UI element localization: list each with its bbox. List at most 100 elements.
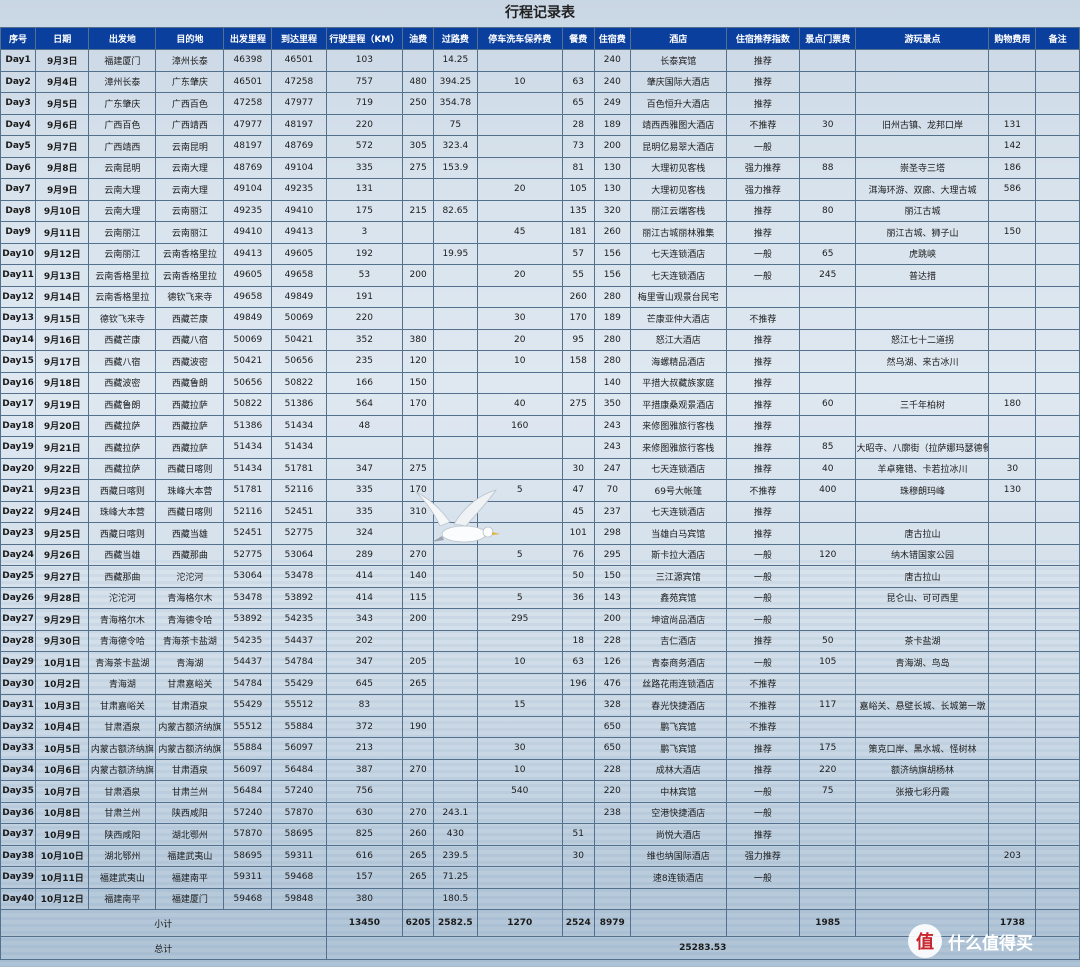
cell-destination: 甘肃酒泉 (155, 758, 225, 781)
cell-destination: 甘肃酒泉 (155, 694, 225, 717)
cell-date: 9月22日 (35, 457, 90, 480)
cell-meals: 55 (561, 264, 595, 287)
cell-date: 10月4日 (35, 715, 90, 738)
cell-toll (433, 393, 478, 416)
cell-parking (476, 49, 563, 72)
cell-fuel (402, 694, 435, 717)
cell-distance: 213 (325, 737, 404, 760)
cell-meals: 50 (561, 565, 595, 588)
cell-origin: 福建武夷山 (88, 866, 157, 889)
cell-toll: 71.25 (433, 866, 478, 889)
cell-destination: 甘肃嘉峪关 (155, 672, 225, 695)
cell-end-mileage: 52116 (271, 479, 327, 502)
cell-lodging: 156 (593, 264, 631, 287)
cell-hotel: 平措康桑观景酒店 (629, 393, 727, 416)
cell-toll (433, 221, 478, 244)
cell-notes (1035, 414, 1080, 437)
cell-lodging: 130 (593, 178, 631, 201)
cell-fuel: 215 (402, 199, 435, 222)
cell-fuel: 140 (402, 565, 435, 588)
cell-origin: 青海湖 (88, 672, 157, 695)
cell-fuel (402, 221, 435, 244)
cell-end-mileage: 51434 (271, 414, 327, 437)
cell-toll (433, 651, 478, 674)
cell-fuel (402, 178, 435, 201)
cell-attractions: 策克口岸、黑水城、怪树林 (855, 737, 990, 760)
cell-destination: 云南香格里拉 (155, 264, 225, 287)
cell-hotel: 肇庆国际大酒店 (629, 70, 727, 93)
table-row: Day27 9月29日 青海格尔木 青海德令哈 53892 54235 343 200 295 2… (0, 608, 1080, 631)
cell-attractions: 唐古拉山 (855, 565, 990, 588)
cell-tickets (799, 221, 857, 244)
cell-rating: 推荐 (725, 371, 801, 394)
cell-lodging: 350 (593, 393, 631, 416)
cell-end-mileage: 53064 (271, 543, 327, 566)
cell-destination: 西藏拉萨 (155, 436, 225, 459)
cell-end-mileage: 48769 (271, 135, 327, 158)
cell-shopping (988, 866, 1037, 889)
cell-start-mileage: 59468 (223, 887, 273, 910)
subtotal-empty (629, 909, 727, 937)
cell-fuel: 265 (402, 866, 435, 889)
cell-start-mileage: 49413 (223, 242, 273, 265)
cell-end-mileage: 48197 (271, 113, 327, 136)
cell-hotel: 靖西西雅图大酒店 (629, 113, 727, 136)
cell-end-mileage: 47258 (271, 70, 327, 93)
cell-destination: 内蒙古额济纳旗 (155, 715, 225, 738)
column-header: 酒店 (629, 27, 727, 50)
cell-tickets (799, 608, 857, 631)
cell-end-mileage: 59848 (271, 887, 327, 910)
cell-notes (1035, 780, 1080, 803)
cell-rating: 一般 (725, 780, 801, 803)
cell-destination: 广东肇庆 (155, 70, 225, 93)
cell-destination: 漳州长泰 (155, 49, 225, 72)
cell-notes (1035, 178, 1080, 201)
watermark-badge: 值 (908, 924, 942, 958)
cell-lodging: 247 (593, 457, 631, 480)
cell-notes (1035, 479, 1080, 502)
cell-fuel: 305 (402, 135, 435, 158)
cell-date: 10月1日 (35, 651, 90, 674)
cell-shopping (988, 715, 1037, 738)
cell-shopping: 30 (988, 457, 1037, 480)
cell-rating: 推荐 (725, 350, 801, 373)
table-row: Day33 10月5日 内蒙古额济纳旗 内蒙古额济纳旗 55884 56097 213 30 6… (0, 737, 1080, 760)
table-row: Day3 9月5日 广东肇庆 广西百色 47258 47977 719 250 354.78 65… (0, 92, 1080, 115)
cell-parking (476, 199, 563, 222)
cell-lodging (593, 844, 631, 867)
cell-date: 9月30日 (35, 629, 90, 652)
cell-start-mileage: 46501 (223, 70, 273, 93)
cell-attractions (855, 135, 990, 158)
column-header: 过路费 (433, 27, 478, 50)
cell-start-mileage: 51434 (223, 457, 273, 480)
cell-tickets (799, 49, 857, 72)
cell-start-mileage: 50656 (223, 371, 273, 394)
table-row: Day28 9月30日 青海德令哈 青海茶卡盐湖 54235 54437 202 18 228 吉… (0, 629, 1080, 652)
cell-hotel: 斯卡拉大酒店 (629, 543, 727, 566)
cell-hotel: 中林宾馆 (629, 780, 727, 803)
cell-fuel (402, 737, 435, 760)
cell-lodging: 280 (593, 350, 631, 373)
cell-end-mileage: 49104 (271, 156, 327, 179)
cell-destination: 内蒙古额济纳旗 (155, 737, 225, 760)
cell-day: Day14 (0, 328, 37, 351)
cell-day: Day27 (0, 608, 37, 631)
cell-tickets: 117 (799, 694, 857, 717)
cell-date: 9月26日 (35, 543, 90, 566)
cell-date: 10月9日 (35, 823, 90, 846)
cell-end-mileage: 50421 (271, 328, 327, 351)
cell-origin: 湖北鄂州 (88, 844, 157, 867)
cell-parking: 30 (476, 737, 563, 760)
cell-toll (433, 780, 478, 803)
cell-tickets: 65 (799, 242, 857, 265)
cell-destination: 德钦飞来寺 (155, 285, 225, 308)
cell-toll: 394.25 (433, 70, 478, 93)
cell-destination: 西藏拉萨 (155, 414, 225, 437)
cell-hotel: 百色恒升大酒店 (629, 92, 727, 115)
cell-end-mileage: 52451 (271, 500, 327, 523)
cell-day: Day24 (0, 543, 37, 566)
cell-end-mileage: 51781 (271, 457, 327, 480)
column-header: 停车洗车保养费 (476, 27, 563, 50)
cell-parking: 10 (476, 758, 563, 781)
cell-hotel: 坤谊尚品酒店 (629, 608, 727, 631)
